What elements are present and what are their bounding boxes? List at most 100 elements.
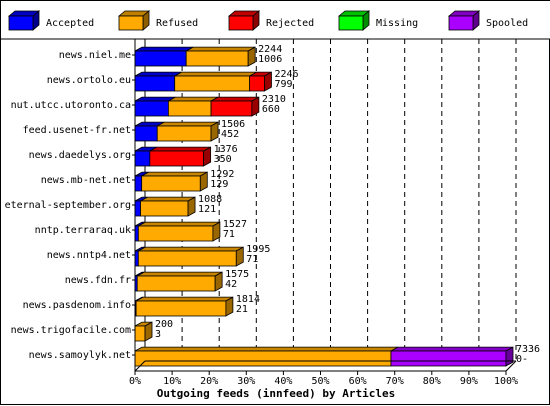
bar-segment-accepted [134,250,139,267]
bar-side-rejected [203,146,212,167]
bar-top-refused [138,221,221,227]
category-label: news.pasdenom.info [23,300,131,311]
bar-segment-refused [137,225,214,242]
accepted-label: 71 [246,254,258,265]
category-label: news.ortolo.eu [47,75,131,86]
bar-segment-refused [174,75,251,92]
x-tick-label: 40% [274,376,292,387]
bar-segment-refused [135,300,227,317]
bar-top-rejected [210,96,260,102]
accepted-label: 799 [274,79,292,90]
bar-segment-accepted [134,175,143,192]
bar-segment-refused [167,100,212,117]
bar-segment-spooled [390,350,507,367]
bar-side-refused [225,296,234,317]
bar-segment-accepted [134,125,158,142]
bar-row-news-trigofacile-com: news.trigofacile.com2003 [11,319,173,342]
bar-top-refused [186,46,256,52]
accepted-label: 71 [223,229,235,240]
bar-top-refused [141,171,208,177]
bar-segment-accepted [134,200,141,217]
category-label: feed.usenet-fr.net [23,125,131,136]
bar-side-rejected [264,71,272,92]
bar-side-refused [187,196,196,217]
bar-row-eternal-september-org: eternal-september.org1088121 [5,194,222,217]
category-label: nut.utcc.utoronto.ca [11,100,131,111]
chart-frame: Accepted Refused Rejected Missing Spooled ne… [0,0,550,405]
category-label: news.samoylyk.net [29,350,131,361]
bar-row-nut-utcc-utoronto-ca: nut.utcc.utoronto.ca2310660 [11,94,286,117]
bar-row-news-mb-net-net: news.mb-net.net1292129 [41,169,234,192]
bar-segment-rejected [249,75,265,92]
legend-label: Spooled [486,18,528,29]
bars: news.niel.me22441006news.ortolo.eu224679… [5,44,540,367]
category-label: news.nntp4.net [47,250,131,261]
bar-segment-rejected [149,150,205,167]
bar-top-spooled [390,346,514,352]
category-label: news.fdn.fr [65,275,131,286]
legend-swatch-front [448,15,474,31]
bar-segment-refused [134,350,392,367]
bar-row-news-ortolo-eu: news.ortolo.eu2246799 [47,69,299,92]
category-label: news.mb-net.net [41,175,131,186]
legend-label: Missing [376,18,418,29]
bar-top-refused [137,271,223,277]
accepted-label: 660 [262,104,280,115]
legend-swatch-front [228,15,254,31]
bar-top-refused [134,346,399,352]
bar-top-refused [138,246,244,252]
legend-label: Accepted [46,18,94,29]
bar-segment-accepted [134,100,169,117]
bar-top-refused [157,121,219,127]
legend-swatch-front [118,15,144,31]
accepted-label: 21 [236,304,248,315]
category-label: news.trigofacile.com [11,325,131,336]
x-tick-label: 0% [129,376,141,387]
bar-segment-refused [140,200,189,217]
legend-label: Refused [156,18,198,29]
accepted-label: 121 [198,204,216,215]
bar-segment-refused [134,325,146,342]
accepted-label: 3 [155,329,161,340]
bar-row-feed-usenet-fr-net: feed.usenet-fr.net1506452 [23,119,245,142]
bar-top-accepted [134,46,194,52]
x-tick-label: 100% [494,376,518,387]
bar-side-refused [212,221,221,242]
x-tick-label: 20% [200,376,218,387]
bar-segment-refused [136,275,216,292]
accepted-label: 42 [225,279,237,290]
bar-row-news-daedelys-org: news.daedelys.org1376350 [29,144,238,167]
accepted-label: 1006 [258,54,282,65]
bar-row-nntp-terraraq-uk: nntp.terraraq.uk152771 [35,219,247,242]
bar-row-news-nntp4-net: news.nntp4.net199571 [47,244,270,267]
bar-top-refused [174,71,257,77]
x-tick-label: 90% [460,376,478,387]
category-label: nntp.terraraq.uk [35,225,131,236]
bar-row-news-pasdenom-info: news.pasdenom.info181421 [23,294,260,317]
bar-top-refused [168,96,219,102]
bar-segment-accepted [134,50,187,67]
x-tick-label: 70% [386,376,404,387]
bar-segment-refused [185,50,249,67]
legend-label: Rejected [266,18,314,29]
bar-top-refused [140,196,196,202]
bar-segment-refused [137,250,237,267]
x-tick-label: 30% [237,376,255,387]
bar-top-accepted [134,71,182,77]
bar-row-news-fdn-fr: news.fdn.fr157542 [65,269,249,292]
accepted-label: 129 [210,179,228,190]
bar-row-news-samoylyk-net: news.samoylyk.net73360- [29,344,540,367]
bar-top-rejected [149,146,211,152]
legend-swatch-front [8,15,34,31]
accepted-label: 350 [214,154,232,165]
bar-side-refused [247,46,256,67]
bar-top-refused [135,296,234,302]
legend-swatch-front [338,15,364,31]
bar-segment-rejected [210,100,253,117]
legend: Accepted Refused Rejected Missing Spooled [1,1,550,40]
bar-side-spooled [505,346,514,367]
bar-side-refused [210,121,219,142]
bar-side-refused [199,171,208,192]
bar-segment-refused [141,175,201,192]
bar-side-refused [214,271,223,292]
